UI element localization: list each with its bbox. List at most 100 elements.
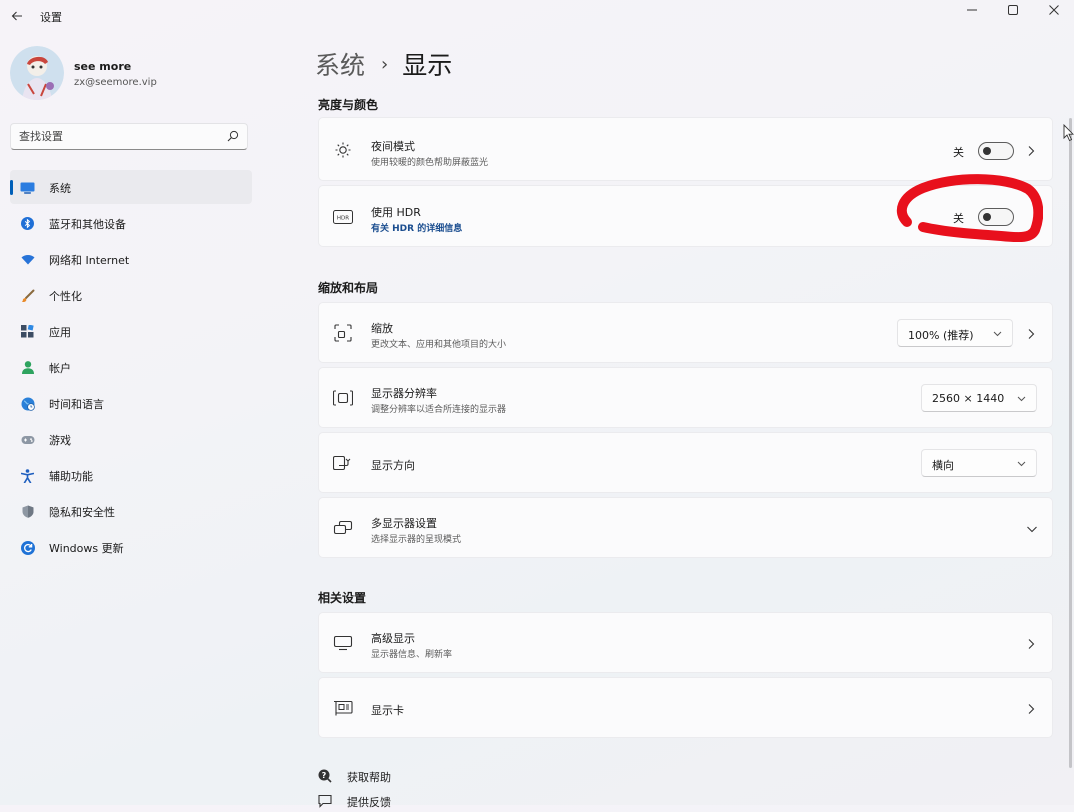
resolution-icon	[333, 388, 353, 408]
monitor-icon	[20, 180, 35, 195]
resolution-dropdown-value: 2560 × 1440	[932, 392, 1005, 405]
wifi-icon	[20, 252, 35, 267]
close-button[interactable]	[1034, 0, 1074, 20]
night-light-title: 夜间模式	[371, 140, 415, 153]
account-name: see more	[74, 60, 132, 73]
accessibility-icon	[20, 468, 35, 483]
hdr-toggle[interactable]	[978, 208, 1014, 226]
night-light-subtitle: 使用较暖的颜色帮助屏蔽蓝光	[371, 158, 489, 168]
sidebar-item-gaming[interactable]: 游戏	[10, 422, 252, 456]
sidebar-item-label: 系统	[49, 182, 71, 195]
close-icon	[1049, 5, 1059, 15]
section-title-related: 相关设置	[318, 591, 367, 605]
feedback-icon	[318, 794, 332, 808]
orientation-title: 显示方向	[371, 459, 415, 472]
help-icon: ?	[318, 769, 332, 783]
sidebar-nav: 系统 蓝牙和其他设备 网络和 Internet 个性化 应用 帐户 时间和语言 …	[10, 170, 252, 566]
avatar[interactable]	[10, 46, 64, 100]
hdr-title: 使用 HDR	[371, 206, 421, 219]
multi-display-card[interactable]: 多显示器设置 选择显示器的呈现模式	[318, 497, 1053, 558]
chevron-down-icon	[1017, 396, 1026, 402]
chevron-down-icon[interactable]	[1026, 524, 1038, 534]
orientation-dropdown[interactable]: 横向	[921, 449, 1037, 477]
scale-icon	[333, 323, 353, 343]
apps-icon	[20, 324, 35, 339]
title-bar: 设置	[0, 0, 1074, 34]
night-light-toggle[interactable]	[978, 142, 1014, 160]
active-indicator	[10, 180, 13, 195]
hdr-icon: HDR	[333, 207, 353, 227]
resolution-card: 显示器分辨率 调整分辨率以适合所连接的显示器 2560 × 1440	[318, 367, 1053, 428]
get-help-link[interactable]: ? 获取帮助	[318, 767, 438, 787]
orientation-card: 显示方向 横向	[318, 432, 1053, 493]
page-title: 显示	[402, 51, 453, 80]
scale-card[interactable]: 缩放 更改文本、应用和其他项目的大小 100% (推荐)	[318, 302, 1053, 363]
sidebar-item-time-language[interactable]: 时间和语言	[10, 386, 252, 420]
multi-display-title: 多显示器设置	[371, 517, 437, 530]
chevron-right-icon[interactable]	[1026, 703, 1036, 715]
sidebar-item-accounts[interactable]: 帐户	[10, 350, 252, 384]
svg-text:HDR: HDR	[337, 216, 349, 222]
minimize-button[interactable]	[952, 0, 992, 20]
mouse-cursor-icon	[1063, 124, 1074, 142]
search-input[interactable]	[11, 124, 219, 149]
chevron-right-icon[interactable]	[1026, 145, 1036, 157]
maximize-button[interactable]	[993, 0, 1033, 20]
back-button[interactable]	[6, 4, 28, 28]
search-icon[interactable]	[227, 130, 239, 142]
chevron-down-icon	[1017, 461, 1026, 467]
advanced-display-card[interactable]: 高级显示 显示器信息、刷新率	[318, 612, 1053, 673]
sidebar-item-system[interactable]: 系统	[10, 170, 252, 204]
chevron-right-icon[interactable]	[1026, 638, 1036, 650]
arrow-left-icon	[11, 11, 22, 21]
toggle-knob	[983, 213, 991, 221]
maximize-icon	[1008, 5, 1018, 15]
globe-clock-icon	[20, 396, 35, 411]
multi-display-subtitle: 选择显示器的呈现模式	[371, 535, 462, 545]
get-help-label: 获取帮助	[347, 771, 391, 784]
orientation-dropdown-value: 横向	[932, 459, 954, 472]
feedback-label: 提供反馈	[347, 796, 391, 809]
bluetooth-icon	[20, 216, 35, 231]
sidebar-item-network[interactable]: 网络和 Internet	[10, 242, 252, 276]
hdr-learn-more-link[interactable]: 有关 HDR 的详细信息	[371, 221, 462, 234]
feedback-link[interactable]: 提供反馈	[318, 792, 438, 812]
sidebar-item-accessibility[interactable]: 辅助功能	[10, 458, 252, 492]
chevron-right-icon[interactable]	[1026, 328, 1036, 340]
update-icon	[20, 540, 35, 555]
sidebar-item-label: Windows 更新	[49, 542, 124, 555]
sidebar-item-label: 个性化	[49, 290, 82, 303]
night-light-state: 关	[953, 146, 964, 159]
avatar-image	[10, 46, 64, 100]
sidebar-item-label: 辅助功能	[49, 470, 93, 483]
sidebar-item-apps[interactable]: 应用	[10, 314, 252, 348]
night-light-card[interactable]: 夜间模式 使用较暖的颜色帮助屏蔽蓝光 关	[318, 117, 1053, 181]
sidebar-item-label: 蓝牙和其他设备	[49, 218, 126, 231]
sidebar-item-bluetooth[interactable]: 蓝牙和其他设备	[10, 206, 252, 240]
sidebar-item-privacy[interactable]: 隐私和安全性	[10, 494, 252, 528]
sidebar-item-label: 网络和 Internet	[49, 254, 130, 267]
graphics-card[interactable]: 显示卡	[318, 677, 1053, 738]
app-title: 设置	[40, 11, 62, 24]
shield-icon	[20, 504, 35, 519]
scrollbar[interactable]	[1069, 118, 1072, 768]
advanced-display-subtitle: 显示器信息、刷新率	[371, 650, 453, 660]
breadcrumb: 系统 › 显示	[315, 44, 452, 84]
section-title-brightness: 亮度与颜色	[318, 98, 379, 112]
sidebar-item-personalization[interactable]: 个性化	[10, 278, 252, 312]
scale-dropdown-value: 100% (推荐)	[908, 329, 974, 342]
scale-subtitle: 更改文本、应用和其他项目的大小	[371, 340, 507, 350]
resolution-dropdown[interactable]: 2560 × 1440	[921, 384, 1037, 412]
graphics-title: 显示卡	[371, 704, 404, 717]
sidebar-item-label: 隐私和安全性	[49, 506, 115, 519]
svg-text:?: ?	[322, 771, 327, 780]
hdr-state: 关	[953, 212, 964, 225]
scale-dropdown[interactable]: 100% (推荐)	[897, 319, 1013, 347]
sidebar-item-windows-update[interactable]: Windows 更新	[10, 530, 252, 564]
search-box[interactable]	[10, 123, 248, 150]
brightness-icon	[333, 140, 353, 160]
minimize-icon	[967, 9, 977, 11]
monitor-outline-icon	[333, 633, 353, 653]
brush-icon	[20, 288, 35, 303]
breadcrumb-parent[interactable]: 系统	[315, 46, 365, 82]
